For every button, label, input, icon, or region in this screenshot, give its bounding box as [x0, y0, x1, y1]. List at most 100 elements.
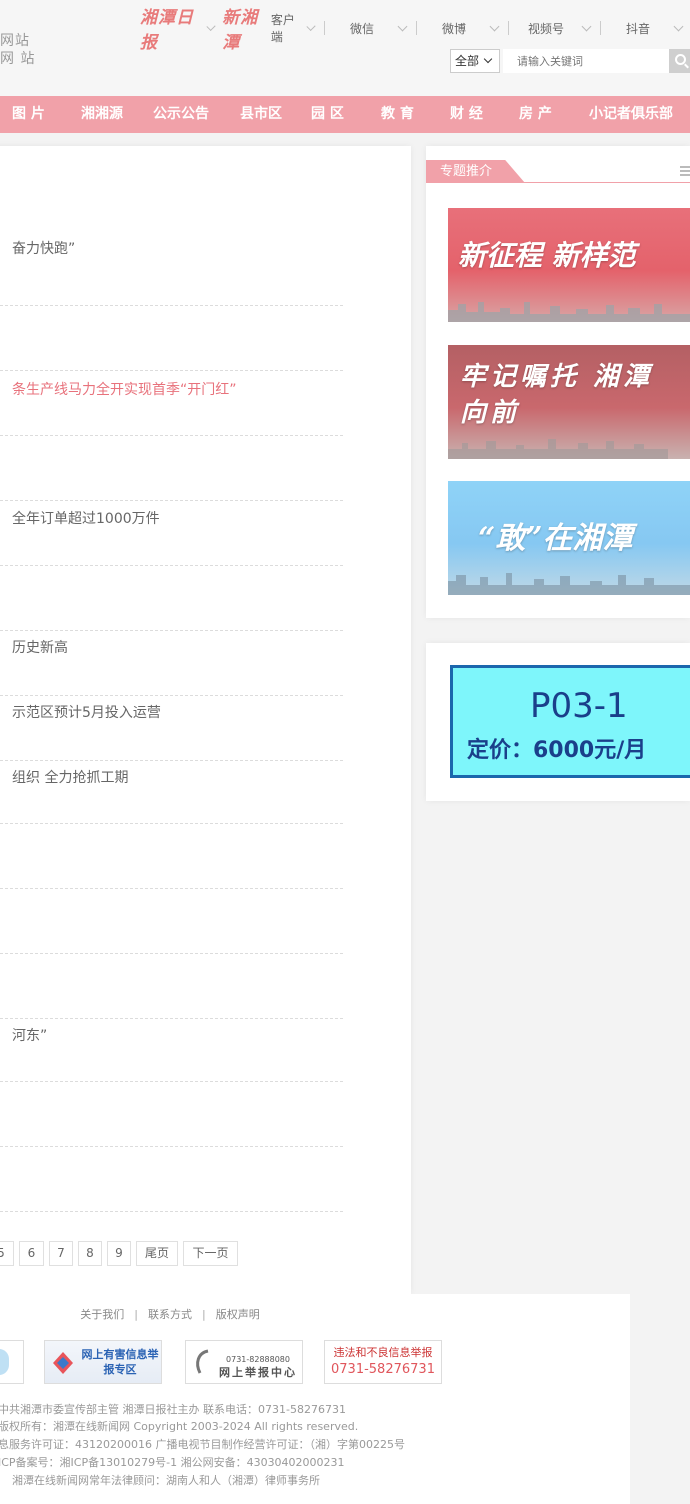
page-9[interactable]: 9 — [107, 1241, 131, 1266]
list-item[interactable] — [0, 306, 343, 371]
banner-title: 新征程 新样范 — [458, 239, 636, 272]
chevron-down-icon — [306, 21, 316, 31]
site-header: 网站 网 站 湘潭日报 新湘潭 客户端 微信 微博 视频号 抖音 全部 — [0, 0, 690, 96]
wechat-link[interactable]: 微信 — [331, 20, 393, 37]
list-item[interactable] — [0, 436, 343, 501]
news-title[interactable]: 历史新高 — [12, 637, 68, 657]
harmful-info-report-badge[interactable]: 网上有害信息举报专区 — [44, 1340, 162, 1384]
chevron-down-icon — [397, 21, 408, 31]
divider — [508, 21, 509, 35]
ad-placeholder[interactable]: P03-1 定价：6000元/月 — [450, 665, 690, 778]
menu-icon[interactable] — [680, 166, 690, 176]
topic-panel: 专题推介 新征程 新样范 牢记嘱托 湘潭向前 “敢”在湘潭 — [426, 146, 690, 618]
new-xiangtan-logo[interactable]: 新湘潭 — [222, 3, 269, 53]
search-scope-value: 全部 — [455, 54, 480, 68]
illegal-info-report-badge[interactable]: 违法和不良信息举报 0731-58276731 — [324, 1340, 442, 1384]
nav-item-counties[interactable]: 县市区 — [240, 96, 282, 133]
client-link[interactable]: 客户端 — [271, 11, 302, 45]
report-center-badge[interactable]: 0731-82888080 网上举报中心 — [185, 1340, 303, 1384]
divider — [426, 182, 690, 183]
next-page-button[interactable]: 下一页 — [183, 1241, 238, 1266]
list-item[interactable]: 奋力快跑” — [0, 241, 343, 306]
copyright-link[interactable]: 版权声明 — [216, 1308, 260, 1321]
ad-panel: P03-1 定价：6000元/月 — [426, 643, 690, 801]
site-name: 网站 网 站 — [0, 32, 35, 68]
divider — [416, 21, 417, 35]
news-title[interactable]: 河东” — [12, 1025, 47, 1045]
list-item[interactable]: 历史新高 — [0, 631, 343, 696]
xiangtan-daily-logo[interactable]: 湘潭日报 — [140, 3, 202, 53]
footer-license-line: 息服务许可证：43120200016 广播电视节目制作经营许可证：（湘）字第00… — [0, 1438, 405, 1451]
list-item[interactable]: 河东” — [0, 1019, 343, 1082]
contact-link[interactable]: 联系方式 — [148, 1308, 192, 1321]
divider — [324, 21, 325, 35]
weibo-link[interactable]: 微博 — [423, 20, 485, 37]
banner-remember-mission[interactable]: 牢记嘱托 湘潭向前 — [448, 345, 690, 459]
chevron-down-icon — [489, 21, 500, 31]
social-links: 微信 微博 视频号 抖音 — [331, 20, 690, 37]
list-item[interactable] — [0, 824, 343, 889]
list-item[interactable]: 全年订单超过1000万件 — [0, 501, 343, 566]
footer-legal-line: 湘潭在线新闻网常年法律顾问：湖南人和人（湘潭）律师事务所 — [12, 1474, 320, 1487]
nav-item-pictures[interactable]: 图 片 — [12, 96, 45, 133]
list-item[interactable]: 示范区预计5月投入运营 — [0, 696, 343, 761]
footer-sponsor-line: 中共湘潭市委宣传部主管 湘潭日报社主办 联系电话：0731-58276731 — [0, 1403, 346, 1416]
news-list-panel: 奋力快跑” 条生产线马力全开实现首季“开门红” 全年订单超过1000万件 历史新… — [0, 146, 411, 1294]
list-item[interactable]: 组织 全力抢抓工期 — [0, 761, 343, 824]
footer-copyright-line: 版权所有：湘潭在线新闻网 Copyright 2003-2024 All rig… — [0, 1420, 359, 1433]
city-skyline-image — [448, 302, 690, 322]
main-nav: 图 片 湘湘源 公示公告 县市区 园 区 教 育 财 经 房 产 小记者俱乐部 — [0, 96, 690, 133]
list-item[interactable] — [0, 1082, 343, 1147]
site-footer: 关于我们 | 联系方式 | 版权声明 网上有害信息举报专区 0731-82888080 … — [0, 1294, 630, 1504]
badge-label: 网上有害信息举报专区 — [81, 1348, 159, 1376]
nav-item-parks[interactable]: 园 区 — [311, 96, 344, 133]
news-title[interactable]: 条生产线马力全开实现首季“开门红” — [12, 379, 237, 399]
about-us-link[interactable]: 关于我们 — [80, 1308, 124, 1321]
list-item[interactable] — [0, 566, 343, 631]
banner-title: “敢”在湘潭 — [478, 521, 633, 556]
news-title[interactable]: 组织 全力抢抓工期 — [12, 767, 128, 787]
search-scope-select[interactable]: 全部 — [450, 49, 500, 73]
footer-icp-line: ICP备案号：湘ICP备13010279号-1 湘公网安备：4303040200… — [0, 1456, 345, 1469]
nav-item-finance[interactable]: 财 经 — [450, 96, 483, 133]
chevron-down-icon — [483, 54, 493, 64]
partial-badge[interactable] — [0, 1340, 24, 1384]
badge-phone: 0731-82888080 — [226, 1355, 290, 1364]
page-5[interactable]: 5 — [0, 1241, 14, 1266]
list-item[interactable] — [0, 954, 343, 1019]
nav-item-announcements[interactable]: 公示公告 — [153, 96, 209, 133]
page-8[interactable]: 8 — [78, 1241, 102, 1266]
list-item[interactable]: 条生产线马力全开实现首季“开门红” — [0, 371, 343, 436]
news-title[interactable]: 示范区预计5月投入运营 — [12, 702, 161, 722]
brand-bar: 湘潭日报 新湘潭 客户端 微信 微博 视频号 抖音 — [140, 8, 690, 53]
douyin-link[interactable]: 抖音 — [607, 20, 669, 37]
search-input[interactable] — [503, 49, 670, 73]
nav-item-young-reporters[interactable]: 小记者俱乐部 — [589, 96, 673, 133]
news-title[interactable]: 奋力快跑” — [12, 238, 75, 258]
nav-item-xiangxiangyuan[interactable]: 湘湘源 — [81, 96, 123, 133]
footer-links: 关于我们 | 联系方式 | 版权声明 — [80, 1308, 260, 1321]
page-7[interactable]: 7 — [49, 1241, 73, 1266]
pagination: 5 6 7 8 9 尾页 下一页 — [0, 1241, 243, 1266]
banner-title: 牢记嘱托 湘潭向前 — [460, 362, 654, 428]
nav-item-education[interactable]: 教 育 — [381, 96, 414, 133]
chevron-down-icon — [581, 21, 592, 31]
list-item[interactable] — [0, 889, 343, 954]
ad-price: 定价：6000元/月 — [467, 738, 647, 763]
news-title[interactable]: 全年订单超过1000万件 — [12, 508, 160, 528]
page-6[interactable]: 6 — [19, 1241, 44, 1266]
chevron-down-icon — [673, 21, 684, 31]
city-skyline-image — [448, 439, 668, 459]
chevron-down-icon — [206, 21, 216, 31]
report-phone-icon — [196, 1349, 209, 1374]
divider — [600, 21, 601, 35]
badge-label: 违法和不良信息举报 — [333, 1346, 433, 1359]
site-name-line: 网 站 — [0, 51, 36, 67]
search-button[interactable] — [669, 49, 690, 73]
list-item[interactable] — [0, 1147, 343, 1212]
nav-item-real-estate[interactable]: 房 产 — [519, 96, 552, 133]
banner-new-journey[interactable]: 新征程 新样范 — [448, 208, 690, 322]
last-page-button[interactable]: 尾页 — [136, 1241, 178, 1266]
banner-dare-xiangtan[interactable]: “敢”在湘潭 — [448, 481, 690, 595]
video-channel-link[interactable]: 视频号 — [515, 20, 577, 37]
